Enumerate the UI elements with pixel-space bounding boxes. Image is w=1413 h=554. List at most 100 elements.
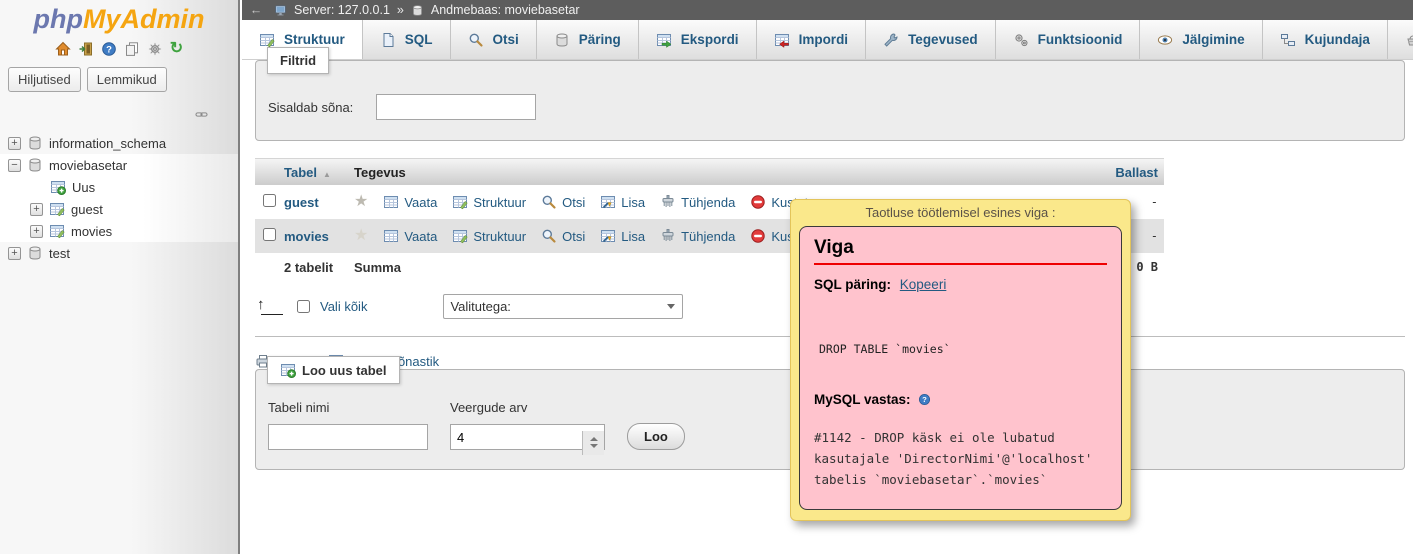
breadcrumb-server-link[interactable]: Server: 127.0.0.1 bbox=[294, 3, 390, 17]
tree-item-movies[interactable]: movies bbox=[0, 220, 238, 242]
tab-query[interactable]: Päring bbox=[537, 20, 639, 59]
tree-item-information-schema[interactable]: information_schema bbox=[0, 132, 238, 154]
tree-item-label[interactable]: information_schema bbox=[49, 136, 166, 151]
search-link[interactable]: Otsi bbox=[541, 194, 585, 210]
help-icon[interactable] bbox=[918, 393, 931, 406]
favorite-star-icon[interactable] bbox=[354, 228, 368, 244]
tab-routines[interactable]: Funktsioonid bbox=[996, 20, 1141, 59]
tab-designer[interactable]: Kujundaja bbox=[1263, 20, 1388, 59]
insert-link[interactable]: Lisa bbox=[600, 228, 645, 244]
browse-link[interactable]: Vaata bbox=[383, 194, 437, 210]
search-link[interactable]: Otsi bbox=[541, 228, 585, 244]
drop-icon bbox=[750, 228, 766, 244]
tree-item-label[interactable]: Uus bbox=[72, 180, 95, 195]
unlink-panel-icon[interactable] bbox=[195, 108, 208, 121]
table-name-link[interactable]: guest bbox=[284, 195, 319, 210]
database-icon bbox=[27, 157, 43, 173]
row-checkbox[interactable] bbox=[263, 228, 276, 241]
structure-link[interactable]: Struktuur bbox=[452, 194, 526, 210]
with-selected-select[interactable]: Valitutega: bbox=[443, 294, 683, 319]
expand-icon[interactable] bbox=[8, 137, 21, 150]
insert-link[interactable]: Lisa bbox=[600, 194, 645, 210]
structure-icon bbox=[259, 32, 275, 48]
navigation-panel: phpMyAdmin ↻ Hiljutised Lemmikud informa… bbox=[0, 0, 240, 554]
expand-icon[interactable] bbox=[8, 247, 21, 260]
tree-item-moviebasetar[interactable]: moviebasetar bbox=[0, 154, 238, 176]
tab-central-columns[interactable]: Kesksed veerud bbox=[1388, 20, 1413, 59]
tab-search[interactable]: Otsi bbox=[451, 20, 537, 59]
tree-item-label[interactable]: test bbox=[49, 246, 70, 261]
tree-item-test[interactable]: test bbox=[0, 242, 238, 264]
tab-label: Kujundaja bbox=[1305, 32, 1370, 47]
expand-icon[interactable] bbox=[30, 203, 43, 216]
empty-link[interactable]: Tühjenda bbox=[660, 194, 735, 210]
tree-item-label[interactable]: guest bbox=[71, 202, 103, 217]
documentation-icon[interactable] bbox=[124, 41, 140, 57]
tab-import[interactable]: Impordi bbox=[757, 20, 867, 59]
tab-sql[interactable]: SQL bbox=[363, 20, 451, 59]
tree-item-guest[interactable]: guest bbox=[0, 198, 238, 220]
insert-icon bbox=[600, 228, 616, 244]
browse-link[interactable]: Vaata bbox=[383, 228, 437, 244]
expand-icon[interactable] bbox=[30, 225, 43, 238]
search-icon bbox=[541, 194, 557, 210]
quick-access-buttons: Hiljutised Lemmikud bbox=[8, 67, 238, 92]
browse-icon bbox=[383, 228, 399, 244]
collapse-icon[interactable] bbox=[8, 159, 21, 172]
mysql-said-label: MySQL vastas: bbox=[814, 392, 911, 407]
failed-sql-query: DROP TABLE `movies` bbox=[819, 342, 1107, 356]
empty-link[interactable]: Tühjenda bbox=[660, 228, 735, 244]
phpmyadmin-logo[interactable]: phpMyAdmin bbox=[0, 0, 238, 35]
row-checkbox[interactable] bbox=[263, 194, 276, 207]
create-table-legend-label: Loo uus tabel bbox=[302, 363, 387, 378]
favorite-star-icon[interactable] bbox=[354, 194, 368, 210]
breadcrumb-database-link[interactable]: Andmebaas: moviebasetar bbox=[431, 3, 580, 17]
copy-query-link[interactable]: Kopeeri bbox=[900, 277, 947, 292]
structure-link[interactable]: Struktuur bbox=[452, 228, 526, 244]
table-name-link[interactable]: movies bbox=[284, 229, 329, 244]
action-label: Otsi bbox=[562, 195, 585, 210]
action-label: Vaata bbox=[404, 195, 437, 210]
refresh-icon[interactable]: ↻ bbox=[170, 41, 183, 57]
table-name-label: Tabeli nimi bbox=[268, 400, 428, 415]
tab-tracking[interactable]: Jälgimine bbox=[1140, 20, 1262, 59]
check-all-checkbox[interactable] bbox=[297, 300, 310, 313]
settings-icon[interactable] bbox=[147, 41, 163, 57]
action-label: Otsi bbox=[562, 229, 585, 244]
error-heading-rule bbox=[814, 263, 1107, 265]
stepper-down-icon[interactable] bbox=[590, 444, 598, 448]
tables-header-row: Tabel Tegevus Ballast bbox=[255, 158, 1164, 185]
tab-label: Otsi bbox=[493, 32, 519, 47]
tab-export[interactable]: Ekspordi bbox=[639, 20, 757, 59]
help-icon[interactable] bbox=[101, 41, 117, 57]
tab-label: Tegevused bbox=[908, 32, 978, 47]
tree-item-label[interactable]: moviebasetar bbox=[49, 158, 127, 173]
logout-icon[interactable] bbox=[78, 41, 94, 57]
new-table-name-input[interactable] bbox=[268, 424, 428, 450]
create-table-go-button[interactable]: Loo bbox=[627, 423, 685, 450]
sort-by-table-link[interactable]: Tabel bbox=[284, 165, 317, 180]
tab-label: SQL bbox=[405, 32, 433, 47]
check-all-label[interactable]: Vali kõik bbox=[320, 299, 367, 314]
stepper-up-icon[interactable] bbox=[590, 437, 598, 441]
collapse-navigation-icon[interactable] bbox=[245, 3, 267, 17]
recent-tables-button[interactable]: Hiljutised bbox=[8, 67, 81, 92]
home-icon[interactable] bbox=[55, 41, 71, 57]
action-label: Lisa bbox=[621, 229, 645, 244]
server-icon bbox=[274, 4, 287, 17]
number-stepper[interactable] bbox=[582, 431, 604, 455]
sort-by-overhead-link[interactable]: Ballast bbox=[1115, 165, 1158, 180]
tab-operations[interactable]: Tegevused bbox=[866, 20, 996, 59]
drop-icon bbox=[750, 194, 766, 210]
tree-item-new-table[interactable]: Uus bbox=[0, 176, 238, 198]
favorite-tables-button[interactable]: Lemmikud bbox=[87, 67, 167, 92]
error-dialog-body: Viga SQL päring: Kopeeri DROP TABLE `mov… bbox=[799, 226, 1122, 510]
tree-item-label[interactable]: movies bbox=[71, 224, 112, 239]
action-label: Lisa bbox=[621, 195, 645, 210]
error-dialog-title[interactable]: Taotluse töötlemisel esines viga : bbox=[791, 200, 1130, 223]
error-heading: Viga bbox=[814, 237, 1107, 259]
database-icon bbox=[411, 4, 424, 17]
filter-input[interactable] bbox=[376, 94, 536, 120]
filters-fieldset: Filtrid Sisaldab sõna: bbox=[255, 60, 1405, 141]
action-label: Tühjenda bbox=[681, 195, 735, 210]
